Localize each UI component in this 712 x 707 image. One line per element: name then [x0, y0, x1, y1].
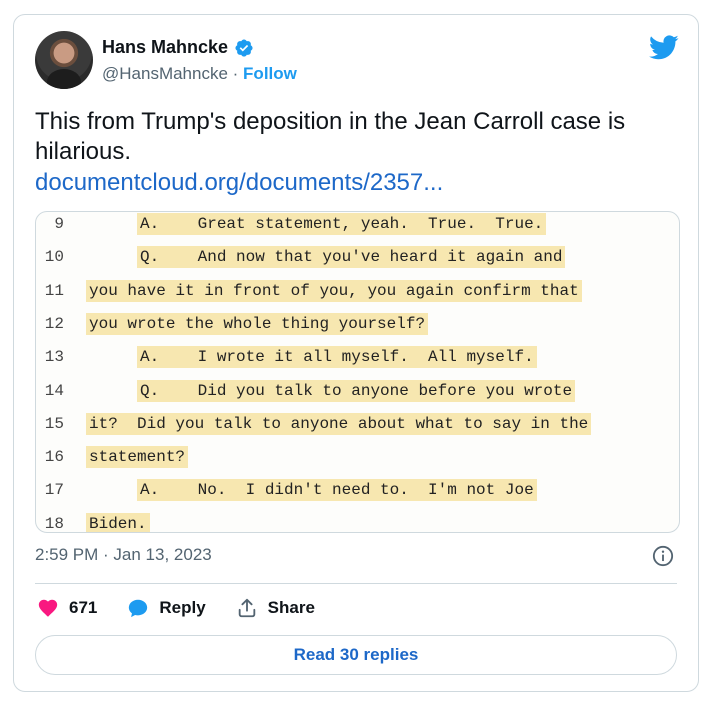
handle-separator: ·	[227, 64, 244, 83]
line-text: you have it in front of you, you again c…	[86, 279, 582, 302]
author-handle[interactable]: @HansMahncke	[102, 64, 228, 83]
author-name-row: Hans Mahncke	[102, 37, 254, 58]
line-number: 12	[44, 314, 64, 333]
line-text: Q. And now that you've heard it again an…	[137, 246, 566, 269]
line-text: A. Great statement, yeah. True. True.	[137, 213, 547, 235]
deposition-image[interactable]: 9 A. Great statement, yeah. True. True. 10…	[35, 211, 680, 533]
line-text: A. No. I didn't need to. I'm not Joe	[137, 479, 537, 502]
author-name[interactable]: Hans Mahncke	[102, 37, 228, 58]
action-bar: 671 Reply Share	[37, 597, 345, 619]
info-icon[interactable]	[652, 545, 674, 567]
reply-button[interactable]: Reply	[127, 597, 206, 619]
verified-badge-icon	[235, 38, 253, 57]
document-line: 13 A. I wrote it all myself. All myself.	[36, 342, 679, 375]
timestamp[interactable]: 2:59 PM · Jan 13, 2023	[35, 545, 212, 565]
line-text: it? Did you talk to anyone about what to…	[86, 412, 592, 435]
like-count: 671	[69, 598, 98, 617]
reply-bubble-icon	[129, 599, 148, 618]
line-number: 16	[44, 448, 64, 467]
document-line: 11 you have it in front of you, you again…	[36, 276, 679, 309]
twitter-bird-icon[interactable]	[649, 32, 679, 62]
tweet-link[interactable]: documentcloud.org/documents/2357...	[35, 169, 443, 197]
line-number: 18	[44, 514, 64, 533]
like-button[interactable]: 671	[37, 597, 97, 619]
tweet-text: This from Trump's deposition in the Jean…	[35, 108, 626, 165]
document-line: 16 statement?	[36, 442, 679, 475]
line-number: 11	[44, 281, 64, 300]
line-text: A. I wrote it all myself. All myself.	[137, 346, 537, 369]
tweet-card: Hans Mahncke @HansMahncke · Follow This …	[13, 14, 699, 692]
author-handle-row: @HansMahncke · Follow	[102, 64, 297, 84]
reply-label: Reply	[159, 598, 206, 617]
share-label: Share	[267, 598, 315, 617]
avatar[interactable]	[35, 31, 93, 89]
document-line: 10 Q. And now that you've heard it again …	[36, 242, 679, 275]
line-text: Biden.	[86, 512, 150, 532]
line-number: 17	[44, 481, 64, 500]
line-number: 10	[44, 248, 64, 267]
line-number: 15	[44, 414, 64, 433]
line-text: Q. Did you talk to anyone before you wro…	[137, 379, 576, 402]
line-number: 13	[44, 348, 64, 367]
share-icon	[238, 598, 255, 618]
line-number: 14	[44, 381, 64, 400]
document-line: 17 A. No. I didn't need to. I'm not Joe	[36, 475, 679, 508]
read-replies-button[interactable]: Read 30 replies	[35, 635, 677, 675]
line-text: you wrote the whole thing yourself?	[86, 312, 429, 335]
document-line: 14 Q. Did you talk to anyone before you w…	[36, 376, 679, 409]
document-line: 12 you wrote the whole thing yourself?	[36, 309, 679, 342]
line-number: 9	[54, 215, 64, 233]
line-text: statement?	[86, 446, 189, 469]
document-line: 9 A. Great statement, yeah. True. True.	[36, 212, 679, 242]
share-button[interactable]: Share	[236, 597, 315, 619]
document-line: 18 Biden.	[36, 509, 679, 533]
document-line: 15 it? Did you talk to anyone about what …	[36, 409, 679, 442]
heart-icon	[38, 599, 58, 617]
follow-button[interactable]: Follow	[243, 64, 297, 83]
divider	[35, 583, 677, 584]
